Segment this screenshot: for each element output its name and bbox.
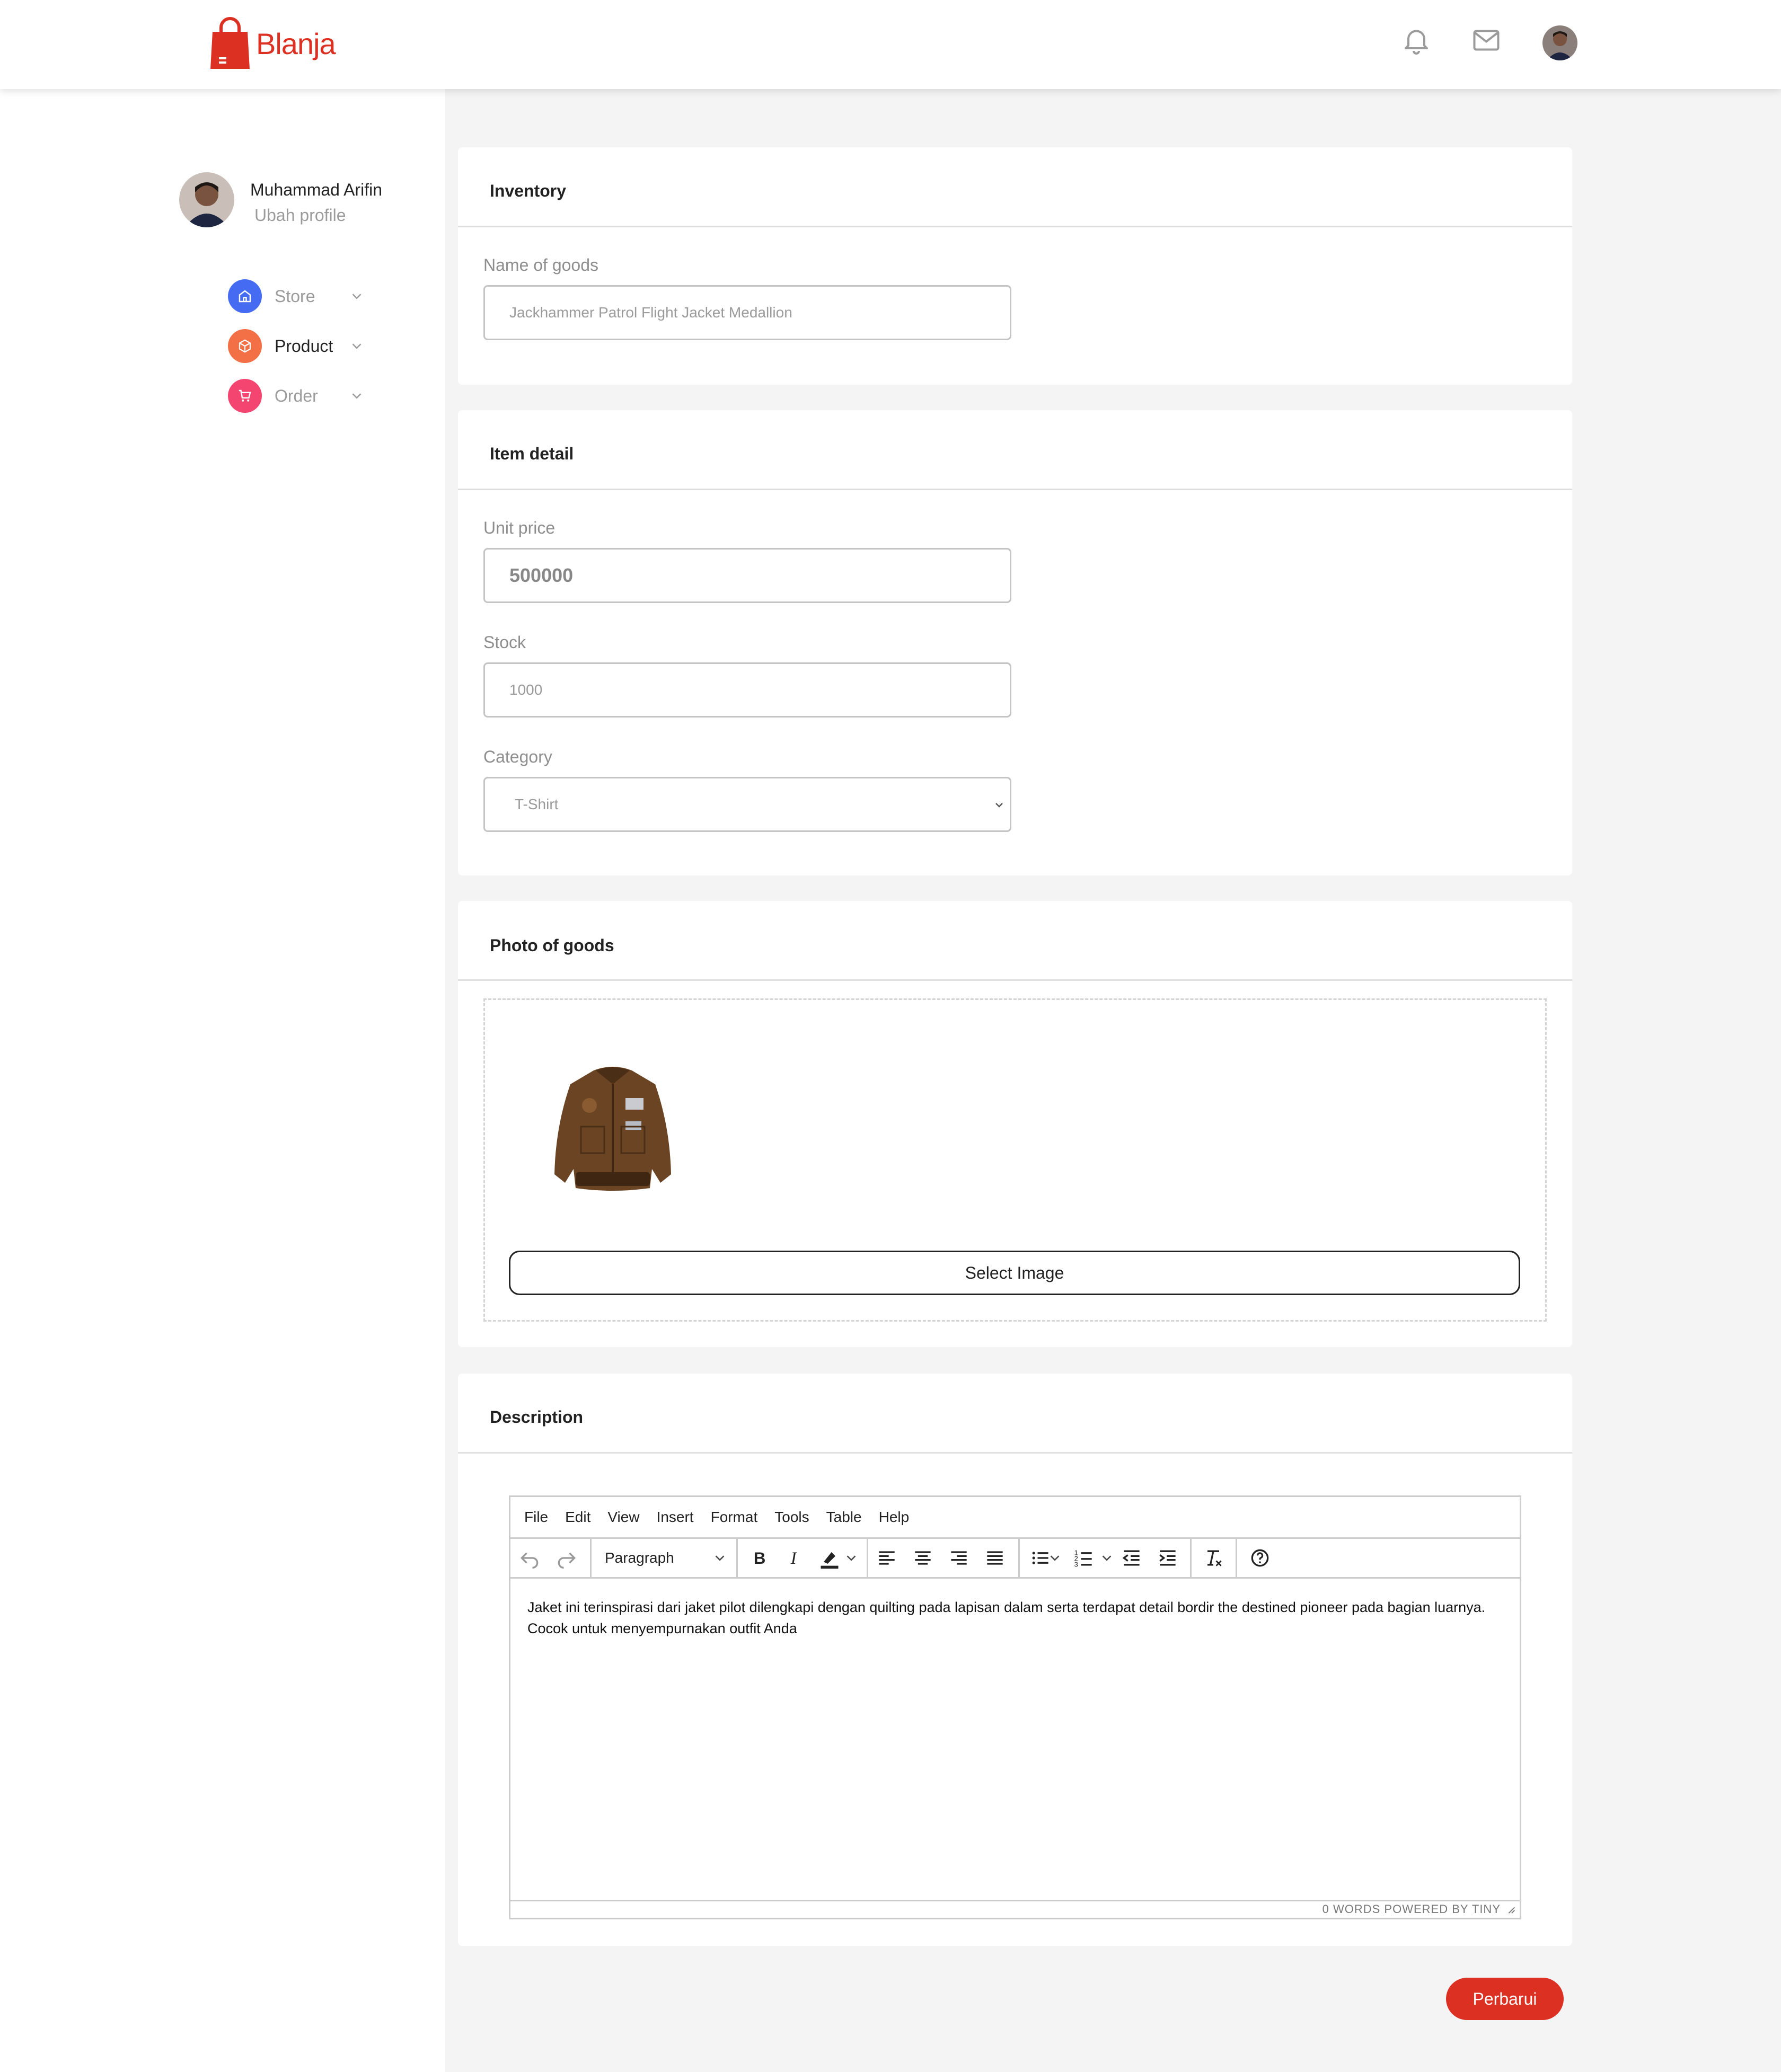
category-selected-value: T-Shirt [515,796,559,812]
italic-icon[interactable]: I [783,1546,806,1570]
numbered-list-icon[interactable]: 123 [1072,1546,1096,1570]
editor-statusbar: 0 WORDS POWERED BY TINY [510,1900,1520,1918]
update-button[interactable]: Perbarui [1446,1978,1564,2020]
chevron-down-icon[interactable] [349,338,365,354]
divider [458,1452,1572,1454]
chevron-down-icon[interactable] [712,1546,728,1570]
toolbar-separator [590,1539,592,1577]
outdent-icon[interactable] [1120,1546,1143,1570]
cart-icon [228,379,262,413]
stock-label: Stock [483,633,526,652]
sidebar-item-label: Store [275,286,315,306]
toolbar-separator [1236,1539,1237,1577]
avatar-image [179,172,234,227]
menu-help[interactable]: Help [879,1509,910,1526]
redo-icon[interactable] [555,1546,578,1570]
chevron-down-icon[interactable] [349,388,365,404]
align-justify-icon[interactable] [983,1546,1007,1570]
rich-text-editor[interactable]: File Edit View Insert Format Tools Table… [509,1495,1521,1919]
menu-format[interactable]: Format [711,1509,758,1526]
editor-menubar: File Edit View Insert Format Tools Table… [510,1497,1520,1537]
sidebar [0,89,445,2072]
align-left-icon[interactable] [875,1546,898,1570]
brand-name: Blanja [256,26,336,60]
chevron-down-icon[interactable] [349,288,365,304]
menu-tools[interactable]: Tools [774,1509,809,1526]
menu-insert[interactable]: Insert [657,1509,694,1526]
card-title: Photo of goods [490,936,614,955]
sidebar-item-label: Product [275,336,333,356]
toolbar-separator [736,1539,738,1577]
block-format-dropdown[interactable]: Paragraph [605,1549,674,1566]
stock-input[interactable]: 1000 [483,662,1011,718]
bell-icon[interactable] [1400,24,1432,56]
toolbar-separator [1190,1539,1192,1577]
category-select[interactable]: T-Shirt [483,777,1011,832]
bold-icon[interactable]: B [747,1546,770,1570]
divider [458,226,1572,227]
edit-profile-link[interactable]: Ubah profile [254,206,346,225]
unit-price-label: Unit price [483,518,556,537]
clear-formatting-icon[interactable] [1202,1546,1225,1570]
profile-name: Muhammad Arifin [250,180,382,199]
box-icon [228,329,262,363]
store-icon [228,279,262,313]
sidebar-item-product[interactable]: Product [228,329,365,364]
shopping-bag-logo-icon [210,17,250,69]
align-right-icon[interactable] [947,1546,971,1570]
svg-text:I: I [790,1549,798,1568]
avatar-image [1542,25,1577,60]
user-avatar[interactable] [1542,25,1577,60]
sidebar-item-order[interactable]: Order [228,378,365,413]
svg-text:B: B [754,1549,766,1568]
undo-icon[interactable] [518,1546,541,1570]
toolbar-separator [1018,1539,1020,1577]
sidebar-item-label: Order [275,386,318,405]
product-photo-jacket [554,1067,671,1191]
menu-file[interactable]: File [524,1509,548,1526]
card-title: Item detail [490,444,574,463]
category-label: Category [483,747,552,766]
name-of-goods-input[interactable]: Jackhammer Patrol Flight Jacket Medallio… [483,285,1011,340]
sidebar-item-store[interactable]: Store [228,279,365,314]
help-icon[interactable] [1248,1546,1272,1570]
editor-toolbar: Paragraph B I 123 [510,1537,1520,1579]
divider [458,489,1572,490]
highlight-color-icon[interactable] [818,1546,841,1570]
menu-view[interactable]: View [607,1509,639,1526]
chevron-down-icon[interactable] [1099,1546,1115,1570]
mail-icon[interactable] [1470,24,1502,56]
name-of-goods-label: Name of goods [483,255,599,275]
word-count-status: 0 WORDS POWERED BY TINY [1322,1902,1501,1916]
menu-edit[interactable]: Edit [565,1509,590,1526]
editor-content[interactable]: Jaket ini terinspirasi dari jaket pilot … [527,1597,1497,1639]
chevron-down-icon [995,803,1003,808]
select-image-button[interactable]: Select Image [509,1251,1520,1295]
indent-icon[interactable] [1156,1546,1179,1570]
unit-price-input[interactable]: 500000 [483,548,1011,603]
divider [458,979,1572,981]
menu-table[interactable]: Table [826,1509,862,1526]
chevron-down-icon[interactable] [843,1546,859,1570]
chevron-down-icon[interactable] [1047,1546,1063,1570]
svg-text:3: 3 [1074,1561,1078,1569]
profile-avatar[interactable] [179,172,234,227]
toolbar-separator [867,1539,868,1577]
card-title: Description [490,1407,584,1427]
brand[interactable]: Blanja [209,16,336,71]
card-title: Inventory [490,181,567,200]
top-navbar: Blanja [0,0,1781,89]
inventory-card: Inventory [458,147,1572,385]
resize-handle-icon[interactable] [1505,1903,1517,1915]
align-center-icon[interactable] [911,1546,934,1570]
